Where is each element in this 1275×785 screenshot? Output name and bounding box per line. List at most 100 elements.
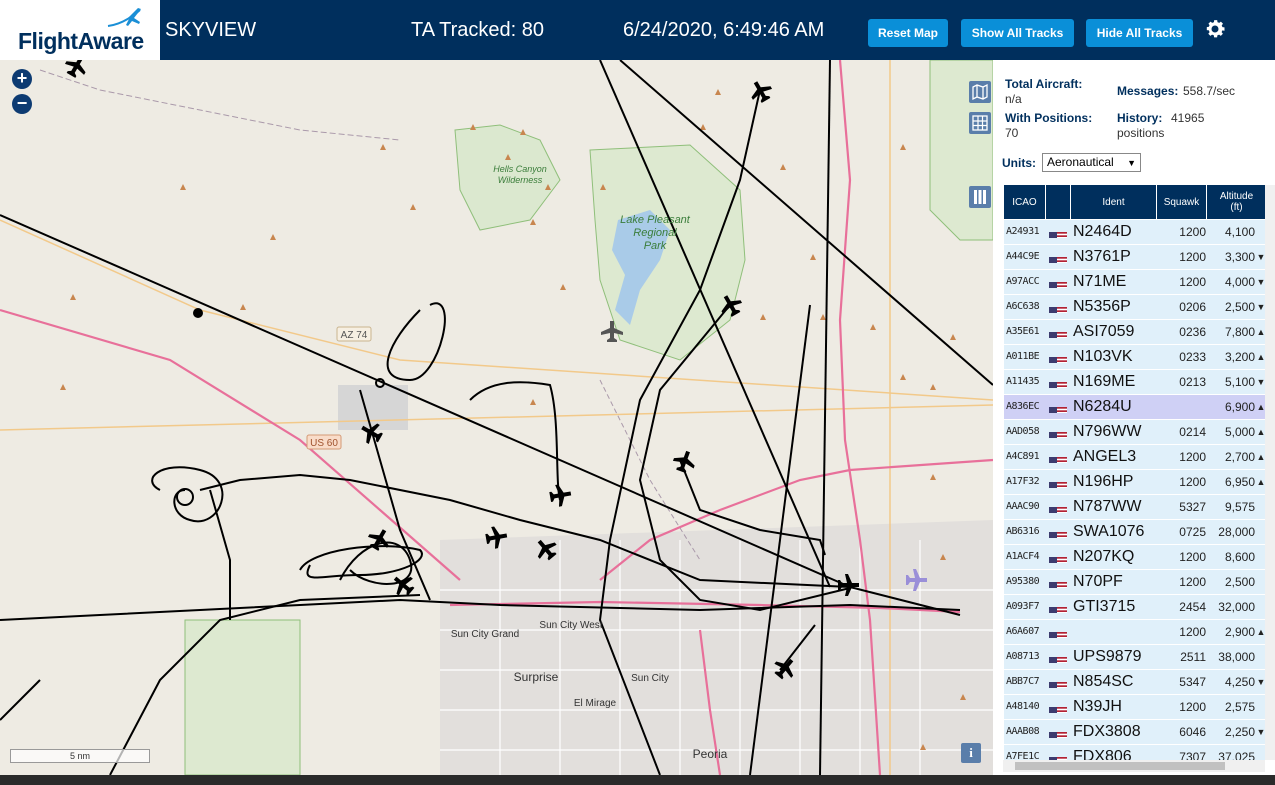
urban-area [440, 520, 993, 775]
table-row[interactable]: A97ACC N71ME 1200 4,000 ▼ [1004, 270, 1266, 295]
cell-squawk: 6046 [1179, 725, 1206, 739]
table-row[interactable]: A11435 N169ME 0213 5,100 ▼ [1004, 370, 1266, 395]
cell-ident: N103VK [1073, 348, 1133, 365]
label-sun-city-grand: Sun City Grand [451, 629, 519, 640]
aircraft-icon[interactable] [746, 77, 776, 106]
us-flag-icon [1049, 452, 1067, 463]
us-flag-icon [1049, 477, 1067, 488]
table-vertical-scrollbar[interactable] [1265, 185, 1275, 760]
header-icao[interactable]: ICAO [1004, 185, 1046, 219]
cell-squawk: 1200 [1179, 275, 1206, 289]
cell-ident: N2464D [1073, 223, 1132, 240]
label-sun-city-west: Sun City West [539, 620, 602, 631]
gear-icon[interactable] [1203, 17, 1227, 41]
cell-ident: N787WW [1073, 498, 1142, 515]
cell-squawk: 5347 [1179, 675, 1206, 689]
cell-icao: AAD058 [1006, 426, 1040, 437]
aircraft-icon[interactable] [61, 60, 91, 81]
map-canvas[interactable]: Hells Canyon Wilderness Lake Pleasant Re… [0, 60, 993, 775]
table-row[interactable]: A836EC N6284U 6,900 ▲ [1004, 395, 1266, 420]
us-flag-icon [1049, 327, 1067, 338]
table-row[interactable]: A08713 UPS9879 2511 38,000 [1004, 645, 1266, 670]
us-flag-icon [1049, 227, 1067, 238]
total-aircraft-value: n/a [1005, 92, 1022, 106]
header-flag[interactable] [1046, 185, 1071, 219]
info-button[interactable]: i [961, 743, 981, 763]
cell-altitude: 6,950 [1224, 475, 1255, 489]
us-flag-icon [1049, 352, 1067, 363]
cell-squawk: 5327 [1179, 500, 1206, 514]
cell-icao: A48140 [1006, 701, 1040, 712]
aircraft-icon[interactable] [364, 525, 394, 554]
cell-squawk: 1200 [1179, 250, 1206, 264]
table-body: A24931 N2464D 1200 4,100 A44C9E N3761P 1200 3,3… [1004, 220, 1266, 760]
table-row[interactable]: A95380 N70PF 1200 2,500 [1004, 570, 1266, 595]
cell-icao: AAAC90 [1006, 501, 1040, 512]
units-select[interactable]: Aeronautical ▼ [1042, 153, 1141, 172]
zoom-out-button[interactable]: − [12, 94, 32, 114]
map-layers-button[interactable] [969, 81, 991, 103]
cell-ident: FDX3808 [1073, 723, 1141, 740]
cell-icao: A97ACC [1006, 276, 1040, 287]
cell-ident: N169ME [1073, 373, 1136, 390]
cell-squawk: 1200 [1179, 575, 1206, 589]
table-row[interactable]: A6A607 1200 2,900 ▲ [1004, 620, 1266, 645]
label-hells-canyon: Hells Canyon [493, 164, 547, 174]
table-row[interactable]: AAAB08 FDX3808 6046 2,250 ▼ [1004, 720, 1266, 745]
us-flag-icon [1049, 502, 1067, 513]
map-icon [972, 83, 988, 101]
reset-map-button[interactable]: Reset Map [868, 19, 948, 47]
table-row[interactable]: A093F7 GTI3715 2454 32,000 [1004, 595, 1266, 620]
table-row[interactable]: A35E61 ASI7059 0236 7,800 ▲ [1004, 320, 1266, 345]
cell-altitude: 28,000 [1218, 525, 1255, 539]
flightaware-logo[interactable]: FlightAware [0, 0, 160, 60]
header-altitude-unit: (ft) [1230, 202, 1243, 213]
cell-icao: AB6316 [1006, 526, 1040, 537]
table-row[interactable]: A48140 N39JH 1200 2,575 [1004, 695, 1266, 720]
cell-icao: A44C9E [1006, 251, 1040, 262]
table-row[interactable]: A17F32 N196HP 1200 6,950 ▲ [1004, 470, 1266, 495]
table-row[interactable]: A6C638 N5356P 0206 2,500 ▼ [1004, 295, 1266, 320]
table-row[interactable]: A1ACF4 N207KQ 1200 8,600 [1004, 545, 1266, 570]
header-squawk[interactable]: Squawk [1157, 185, 1207, 219]
hide-all-tracks-button[interactable]: Hide All Tracks [1086, 19, 1193, 47]
cell-altitude: 2,500 [1224, 575, 1255, 589]
us-flag-icon [1049, 402, 1067, 413]
total-aircraft-label: Total Aircraft: [1005, 77, 1083, 91]
table-row[interactable]: AAAC90 N787WW 5327 9,575 [1004, 495, 1266, 520]
show-all-tracks-button[interactable]: Show All Tracks [961, 19, 1074, 47]
header-altitude[interactable]: Altitude (ft) [1207, 185, 1266, 219]
track-loop-marker-2 [176, 488, 194, 506]
table-row[interactable]: A24931 N2464D 1200 4,100 [1004, 220, 1266, 245]
header-ident[interactable]: Ident [1071, 185, 1157, 219]
map-view[interactable]: Hells Canyon Wilderness Lake Pleasant Re… [0, 60, 993, 775]
history-unit: positions [1117, 126, 1165, 140]
aircraft-icon[interactable] [548, 483, 573, 508]
table-row[interactable]: A44C9E N3761P 1200 3,300 ▼ [1004, 245, 1266, 270]
scrollbar-thumb[interactable] [1015, 762, 1225, 770]
label-el-mirage: El Mirage [574, 698, 617, 709]
page-title: SKYVIEW [165, 19, 257, 41]
grid-toggle-button[interactable] [969, 112, 991, 134]
table-row[interactable]: A7FE1C FDX806 7307 37,025 [1004, 745, 1266, 760]
park-area-sw [184, 619, 301, 775]
columns-toggle-button[interactable] [969, 186, 991, 208]
current-datetime: 6/24/2020, 6:49:46 AM [623, 19, 825, 41]
label-lake-pleasant: Lake Pleasant [620, 214, 691, 226]
us-flag-icon [1049, 752, 1067, 760]
cell-icao: A7FE1C [1006, 751, 1040, 760]
table-row[interactable]: A4C891 ANGEL3 1200 2,700 ▲ [1004, 445, 1266, 470]
table-row[interactable]: AAD058 N796WW 0214 5,000 ▲ [1004, 420, 1266, 445]
table-horizontal-scrollbar[interactable] [1003, 760, 1265, 772]
table-row[interactable]: ABB7C7 N854SC 5347 4,250 ▼ [1004, 670, 1266, 695]
table-row[interactable]: A011BE N103VK 0233 3,200 ▲ [1004, 345, 1266, 370]
cell-squawk: 1200 [1179, 625, 1206, 639]
cell-ident: N207KQ [1073, 548, 1135, 565]
us-flag-icon [1049, 602, 1067, 613]
cell-ident: ANGEL3 [1073, 448, 1137, 465]
aircraft-icon[interactable] [671, 448, 699, 475]
zoom-in-button[interactable]: + [12, 69, 32, 89]
table-row[interactable]: AB6316 SWA1076 0725 28,000 [1004, 520, 1266, 545]
label-peoria: Peoria [693, 747, 728, 761]
with-positions-label: With Positions: [1005, 111, 1093, 125]
